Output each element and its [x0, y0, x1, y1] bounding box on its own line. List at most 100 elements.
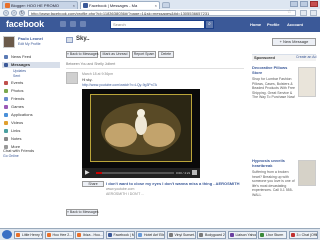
browser-tab-facebook[interactable]: Facebook | Messages - Ma × [80, 1, 160, 9]
nav-profile[interactable]: Profile [267, 22, 279, 27]
taskbar-item[interactable]: Vinyl Sunset... [166, 231, 196, 239]
chat-status-link[interactable]: Go Online [3, 154, 19, 158]
taskbar-item-label: Facebook | M... [113, 233, 135, 237]
message-link[interactable]: http://www.youtube.com/watch?v=LQy-9g3Pn… [82, 83, 157, 87]
bookmark-star-icon[interactable]: ☆ [287, 9, 291, 15]
page-menu-icon[interactable] [300, 10, 307, 16]
address-bar[interactable]: http://www.facebook.com/profile.php?id=1… [28, 10, 296, 16]
close-tab-icon[interactable]: × [73, 2, 75, 9]
taskbar-item[interactable]: Facebook | M... [105, 231, 135, 239]
share-button[interactable]: Share [82, 181, 104, 187]
video-frame[interactable] [90, 94, 192, 162]
create-ad-link[interactable]: Create an Ad [296, 54, 316, 60]
sidebar-item-events[interactable]: Events [2, 80, 60, 86]
sidebar-item-photos[interactable]: Photos [2, 88, 60, 94]
search-icon[interactable]: ⌕ [205, 20, 214, 29]
taskbar-item[interactable]: Little Henry Y... [14, 231, 43, 239]
maximize-icon[interactable] [300, 1, 308, 7]
mark-unread-button[interactable]: Mark as Unread [100, 51, 130, 58]
link-title[interactable]: I don't want to close my eyes I don't wa… [106, 181, 240, 186]
back-to-messages-button-bottom[interactable]: « Back to Messages [66, 209, 99, 216]
edit-profile-link[interactable]: Edit My Profile [18, 42, 41, 46]
report-spam-button[interactable]: Report Spam [132, 51, 156, 58]
tab-title: Facebook | Messages - Ma [89, 3, 138, 8]
nav-account[interactable]: Account [287, 22, 303, 27]
sender-avatar[interactable] [66, 72, 78, 84]
minimize-icon[interactable] [290, 1, 298, 7]
photos-icon [4, 89, 8, 93]
taskbar-item[interactable]: Lhor Sturm [258, 231, 287, 239]
nav-home[interactable]: Home [250, 22, 261, 27]
forward-arrow-icon[interactable]: › [11, 10, 17, 16]
taskbar-item[interactable]: Hoo Hee 2... [44, 231, 74, 239]
wrench-icon[interactable] [310, 10, 317, 16]
sidebar-item-more[interactable]: More [2, 144, 60, 150]
start-button[interactable] [2, 230, 12, 239]
sidebar-item-label: Videos [11, 120, 24, 125]
reload-icon[interactable]: ↻ [19, 10, 25, 16]
close-tab-icon[interactable]: × [155, 2, 157, 9]
app-icon [199, 233, 203, 237]
taskbar: Little Henry Y... Hoo Hee 2... Ibiza - Hoo… [0, 228, 320, 240]
taskbar-item[interactable]: Liaison Yahoo!... [227, 231, 257, 239]
browser-tab-bar: Blogger: HOO HE PROMO × Facebook | Messa… [0, 0, 320, 9]
profile-name[interactable]: Paulo Leonel [18, 36, 43, 41]
sidebar-item-news-feed[interactable]: News Feed [2, 54, 60, 60]
delete-button[interactable]: Delete [158, 51, 174, 58]
messages-sub-sent[interactable]: Sent [13, 74, 20, 78]
app-icon [16, 233, 20, 237]
more-icon [4, 145, 8, 149]
new-message-button[interactable]: + New Message [272, 38, 316, 46]
sidebar-item-notes[interactable]: Notes [2, 136, 60, 142]
taskbar-item-label: 3 • Chat (Offline) [296, 233, 317, 237]
avatar[interactable] [3, 36, 15, 48]
ad-title[interactable]: Hypnosis unveils heartbreak [252, 158, 296, 168]
window-controls [290, 1, 318, 7]
sidebar-item-label: Notes [11, 136, 22, 141]
ad-image[interactable] [298, 160, 316, 186]
video-thumbnail [91, 95, 191, 161]
taskbar-item[interactable]: Bodyguard 2... [197, 231, 226, 239]
message-thread: Sky.. « Back to Messages Mark as Unread … [62, 32, 248, 228]
taskbar-item[interactable]: Ibiza - Hoo... [75, 231, 104, 239]
ad-title[interactable]: Decorative Pillows Store [252, 65, 296, 75]
app-icon [229, 233, 234, 237]
search-input[interactable]: Search [110, 20, 205, 29]
new-tab-button[interactable] [162, 2, 170, 8]
volume-icon[interactable] [192, 170, 197, 175]
sidebar-item-games[interactable]: Games [2, 104, 60, 110]
app-icon [46, 233, 51, 237]
sidebar-item-applications[interactable]: Applications [2, 112, 60, 118]
taskbar-item-label: Hoo Hee 2... [52, 233, 73, 237]
video-player[interactable]: ▶ 0:00 / 4:21 [82, 89, 200, 178]
sidebar-item-label: Games [11, 104, 24, 109]
message-envelope-icon [66, 37, 73, 43]
back-arrow-icon[interactable]: ‹ [3, 10, 9, 16]
sidebar-item-label: Applications [11, 112, 33, 117]
sidebar-item-label: News Feed [11, 54, 32, 59]
sidebar-item-label: Friends [11, 96, 25, 101]
ad-image[interactable] [298, 67, 316, 97]
message-text: Hi sky.. [82, 78, 94, 82]
sidebar-item-links[interactable]: Links [2, 128, 60, 134]
messages-icon[interactable] [70, 21, 76, 27]
back-to-messages-button[interactable]: « Back to Messages [66, 51, 99, 58]
messages-sub-updates[interactable]: Updates [13, 69, 26, 73]
events-icon [4, 81, 8, 85]
app-icon [290, 233, 295, 237]
taskbar-item[interactable]: 3 • Chat (Offline) [288, 231, 318, 239]
sidebar-item-messages[interactable]: Messages [2, 62, 60, 68]
close-window-icon[interactable] [310, 1, 318, 7]
friend-requests-icon[interactable] [60, 21, 66, 27]
play-icon[interactable]: ▶ [85, 170, 90, 176]
blogger-favicon-icon [5, 3, 10, 8]
sidebar-item-friends[interactable]: Friends [2, 96, 60, 102]
video-progress-bar[interactable] [96, 172, 174, 174]
taskbar-item[interactable]: Hotel Anf Eile... [136, 231, 165, 239]
notifications-icon[interactable] [80, 21, 86, 27]
facebook-logo[interactable]: facebook [6, 19, 44, 29]
taskbar-item-label: Lhor Sturm [266, 233, 284, 237]
sidebar-item-videos[interactable]: Videos [2, 120, 60, 126]
browser-tab-blogger[interactable]: Blogger: HOO HE PROMO × [2, 1, 78, 9]
video-progress-fill [96, 172, 103, 174]
